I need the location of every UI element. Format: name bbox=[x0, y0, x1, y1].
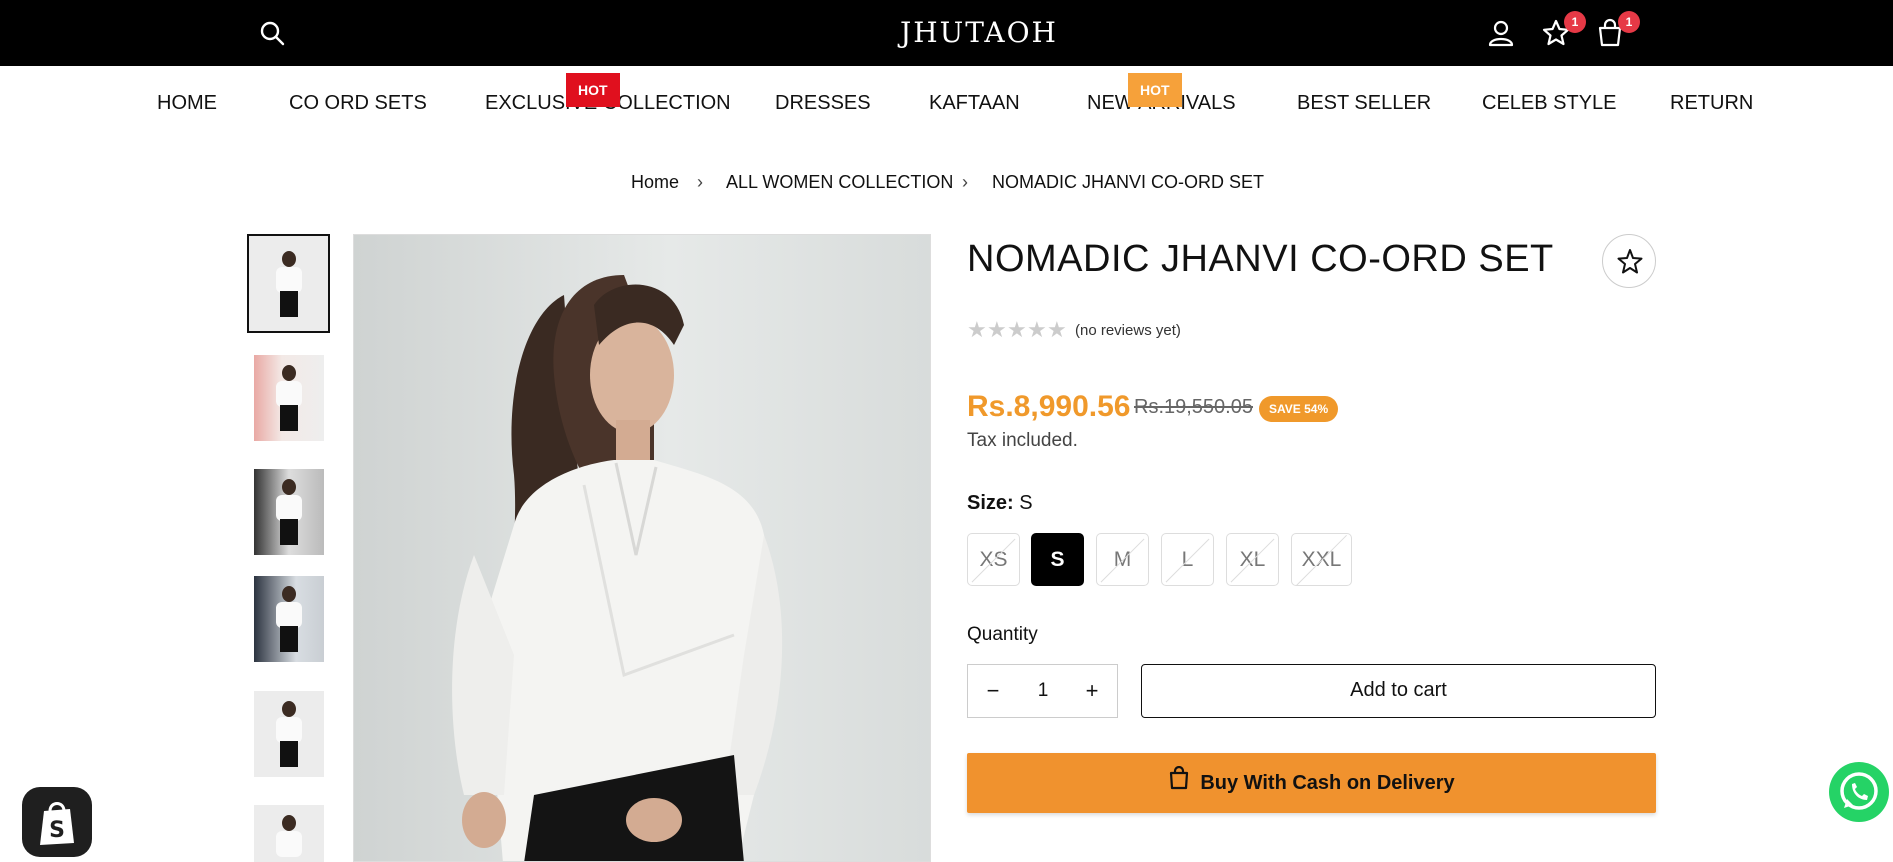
wishlist-count-badge: 1 bbox=[1564, 11, 1586, 33]
product-title: NOMADIC JHANVI CO-ORD SET bbox=[967, 238, 1554, 280]
thumbnail-5[interactable] bbox=[254, 691, 324, 777]
wishlist-icon[interactable]: 1 bbox=[1540, 11, 1586, 49]
buy-cash-on-delivery-button[interactable]: Buy With Cash on Delivery bbox=[967, 753, 1656, 813]
nav-item-dresses[interactable]: DRESSES bbox=[775, 92, 871, 115]
nav-item-return[interactable]: RETURN bbox=[1670, 92, 1753, 115]
star-empty-icon: ★ bbox=[967, 317, 987, 342]
search-icon[interactable] bbox=[258, 19, 286, 47]
rating-stars: ★★★★★ bbox=[967, 317, 1067, 344]
breadcrumb-home[interactable]: Home bbox=[631, 172, 679, 193]
star-empty-icon: ★ bbox=[1047, 317, 1067, 342]
hot-badge: HOT bbox=[566, 73, 620, 107]
save-badge: SAVE 54% bbox=[1259, 396, 1339, 422]
nav-item-kaftaan[interactable]: KAFTAAN bbox=[929, 92, 1020, 115]
hot-badge: HOT bbox=[1128, 73, 1182, 107]
selected-size-value: S bbox=[1019, 492, 1033, 514]
size-option-l[interactable]: L bbox=[1161, 533, 1214, 586]
breadcrumb: Home › ALL WOMEN COLLECTION › NOMADIC JH… bbox=[0, 170, 1893, 200]
top-bar: JHUTAOH 1 1 bbox=[0, 0, 1893, 66]
size-option-xs[interactable]: XS bbox=[967, 533, 1020, 586]
size-option-m[interactable]: M bbox=[1096, 533, 1149, 586]
shopping-bag-icon bbox=[1168, 754, 1190, 814]
sale-price: Rs.8,990.56 bbox=[967, 390, 1131, 423]
compare-price: Rs.19,550.05 bbox=[1134, 396, 1253, 418]
nav-item-best-seller[interactable]: BEST SELLER bbox=[1297, 92, 1431, 115]
whatsapp-icon[interactable] bbox=[1829, 762, 1889, 822]
cart-icon[interactable]: 1 bbox=[1594, 11, 1640, 49]
thumbnail-2[interactable] bbox=[254, 355, 324, 441]
size-option-xxl[interactable]: XXL bbox=[1291, 533, 1352, 586]
add-to-cart-button[interactable]: Add to cart bbox=[1141, 664, 1656, 718]
reviews-text[interactable]: (no reviews yet) bbox=[1075, 322, 1181, 339]
nav-item-exclusive-collection[interactable]: HOT EXCLUSIVE COLLECTION bbox=[485, 73, 731, 115]
nav-item-co-ord-sets[interactable]: CO ORD SETS bbox=[289, 92, 427, 115]
breadcrumb-separator: › bbox=[962, 172, 968, 192]
nav-item-new-arrivals[interactable]: HOT NEW ARRIVALS bbox=[1087, 73, 1236, 115]
svg-text:S: S bbox=[49, 818, 65, 843]
size-label: Size: S bbox=[967, 492, 1033, 515]
product-main-image[interactable] bbox=[353, 234, 931, 862]
thumbnail-1[interactable] bbox=[254, 241, 324, 327]
quantity-input[interactable]: 1 bbox=[1018, 665, 1068, 717]
star-empty-icon: ★ bbox=[1027, 317, 1047, 342]
quantity-increase-button[interactable]: + bbox=[1067, 665, 1117, 717]
nav-item-celeb-style[interactable]: CELEB STYLE bbox=[1482, 92, 1617, 115]
star-empty-icon: ★ bbox=[987, 317, 1007, 342]
size-label-text: Size: bbox=[967, 492, 1014, 514]
quantity-stepper: − 1 + bbox=[967, 664, 1118, 718]
tax-note: Tax included. bbox=[967, 430, 1078, 451]
thumbnail-6[interactable] bbox=[254, 805, 324, 862]
store-logo[interactable]: JHUTAOH bbox=[900, 14, 1056, 52]
breadcrumb-collection[interactable]: ALL WOMEN COLLECTION bbox=[726, 172, 953, 193]
breadcrumb-separator: › bbox=[697, 172, 703, 192]
breadcrumb-current: NOMADIC JHANVI CO-ORD SET bbox=[992, 172, 1265, 192]
quantity-label: Quantity bbox=[967, 624, 1038, 645]
size-option-s[interactable]: S bbox=[1031, 533, 1084, 586]
nav-item-home[interactable]: HOME bbox=[157, 92, 217, 115]
quantity-decrease-button[interactable]: − bbox=[968, 665, 1018, 717]
main-navigation: HOME CO ORD SETS HOT EXCLUSIVE COLLECTIO… bbox=[0, 66, 1893, 142]
cart-count-badge: 1 bbox=[1618, 11, 1640, 33]
shopify-icon[interactable]: S bbox=[22, 787, 92, 857]
add-to-wishlist-button[interactable] bbox=[1602, 234, 1656, 288]
thumbnail-4[interactable] bbox=[254, 576, 324, 662]
buy-cod-label: Buy With Cash on Delivery bbox=[1200, 772, 1455, 794]
size-option-xl[interactable]: XL bbox=[1226, 533, 1279, 586]
account-icon[interactable] bbox=[1485, 17, 1517, 49]
star-empty-icon: ★ bbox=[1007, 317, 1027, 342]
thumbnail-3[interactable] bbox=[254, 469, 324, 555]
